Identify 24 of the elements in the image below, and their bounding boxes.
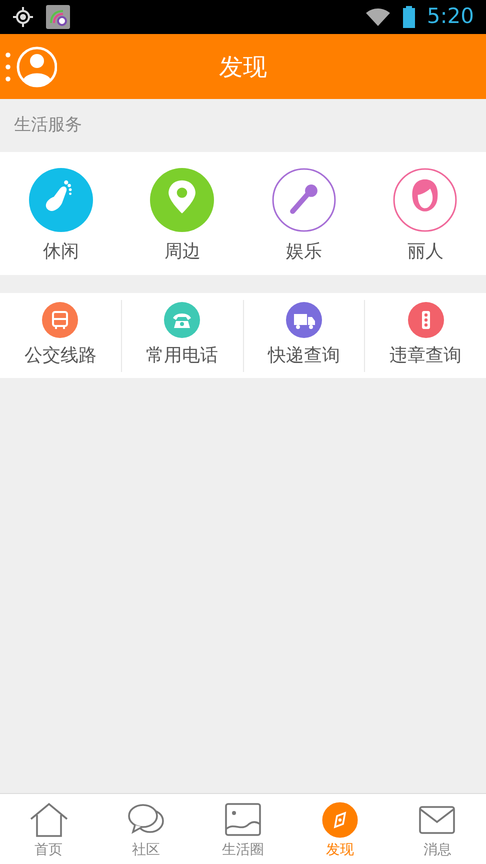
wifi-icon	[364, 7, 391, 27]
app-notification-icon	[46, 5, 70, 29]
service-item[interactable]: 休闲	[0, 152, 122, 275]
battery-icon	[402, 6, 415, 28]
gps-icon	[12, 6, 34, 28]
status-time: 5:20	[426, 3, 474, 30]
service-item[interactable]: 娱乐	[243, 152, 364, 275]
section-title: 生活服务	[14, 114, 82, 137]
service-item[interactable]: 周边	[122, 152, 243, 275]
nav-tab[interactable]: 消息	[388, 794, 486, 864]
service-item[interactable]: 丽人	[364, 152, 486, 275]
home-icon	[28, 802, 69, 838]
page-title: 发现	[219, 52, 267, 82]
tool-item[interactable]: 常用电话	[146, 300, 218, 372]
nav-tab[interactable]: 社区	[97, 794, 194, 864]
compass-icon	[320, 802, 360, 838]
nav-tab[interactable]: 首页	[0, 794, 98, 864]
profile-button[interactable]	[5, 46, 57, 88]
picture-icon	[223, 802, 263, 838]
nav-tab[interactable]: 生活圈	[194, 794, 292, 864]
tool-item[interactable]: 公交线路	[24, 300, 96, 372]
tool-item[interactable]: 快递查询	[268, 300, 340, 372]
tool-item[interactable]: 违章查询	[390, 300, 462, 372]
user-avatar-icon	[5, 46, 57, 88]
